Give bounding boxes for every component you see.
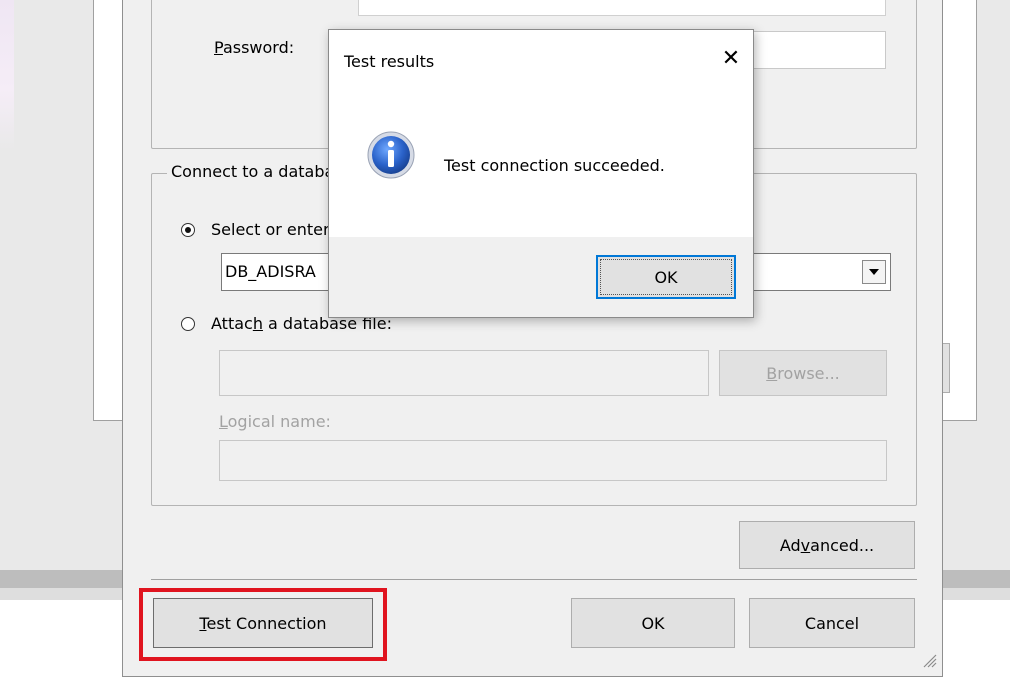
popup-ok-button[interactable]: OK xyxy=(596,255,736,299)
database-value: DB_ADISRA xyxy=(225,262,316,281)
close-icon[interactable]: ✕ xyxy=(718,45,744,71)
background-accent xyxy=(0,0,14,150)
ok-button[interactable]: OK xyxy=(571,598,735,648)
test-results-popup: Test results ✕ Test connection succeeded… xyxy=(328,29,754,318)
resize-grip-icon[interactable] xyxy=(921,652,937,668)
info-icon xyxy=(367,131,415,179)
popup-message: Test connection succeeded. xyxy=(444,156,665,175)
cancel-button[interactable]: Cancel xyxy=(749,598,915,648)
popup-title: Test results xyxy=(344,52,435,71)
chevron-down-icon[interactable] xyxy=(862,260,886,284)
logical-name-label: Logical name: xyxy=(219,412,331,431)
attach-database-radio[interactable] xyxy=(181,317,195,331)
browse-button[interactable]: Browse... xyxy=(719,350,887,396)
popup-footer: OK xyxy=(329,237,753,317)
select-database-radio[interactable] xyxy=(181,223,195,237)
focus-outline xyxy=(600,259,732,295)
advanced-button[interactable]: Advanced... xyxy=(739,521,915,569)
dialog-separator xyxy=(151,579,917,580)
password-label: Password: xyxy=(214,38,295,57)
logical-name-field[interactable] xyxy=(219,440,887,481)
test-connection-button[interactable]: Test Connection xyxy=(153,598,373,648)
database-file-field[interactable] xyxy=(219,350,709,396)
